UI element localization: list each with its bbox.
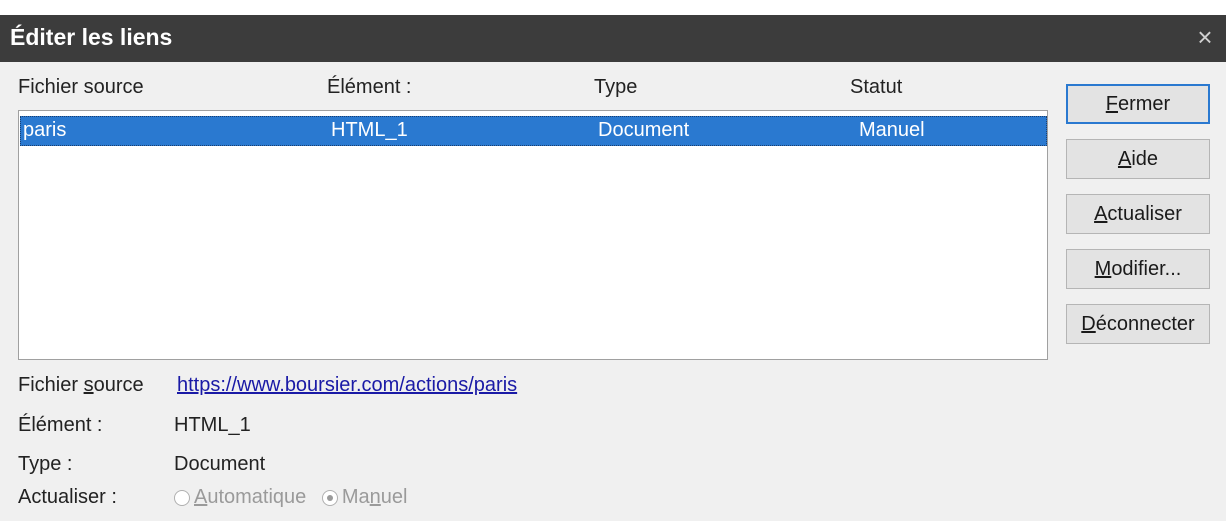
column-header-type[interactable]: Type (594, 76, 637, 99)
element-label: Élément : (18, 414, 103, 436)
automatic-mnemonic: A (194, 486, 208, 508)
source-url-link[interactable]: https://www.boursier.com/actions/paris (177, 374, 517, 397)
update-button[interactable]: Actualiser (1066, 194, 1210, 234)
links-list[interactable]: paris HTML_1 Document Manuel (18, 110, 1048, 360)
cell-element: HTML_1 (331, 119, 408, 141)
radio-button-checked-icon (321, 489, 338, 506)
modify-button-mnemonic: M (1094, 258, 1112, 280)
automatic-radio[interactable]: Automatique (174, 486, 306, 509)
source-label-mnemonic: s (83, 374, 94, 396)
automatic-label: utomatique (207, 486, 307, 508)
source-file-label: Fichier source (18, 374, 144, 397)
type-label: Type : (18, 453, 73, 475)
dialog-title: Éditer les liens (10, 24, 173, 50)
help-button-mnemonic: A (1117, 148, 1132, 170)
modify-button-label: odifier... (1111, 258, 1182, 280)
column-header-element[interactable]: Élément : (327, 76, 411, 99)
disconnect-button-mnemonic: D (1081, 313, 1096, 335)
element-value: HTML_1 (174, 414, 251, 436)
manual-mnemonic: n (369, 486, 381, 508)
disconnect-button-label: éconnecter (1095, 313, 1195, 335)
disconnect-button[interactable]: Déconnecter (1066, 304, 1210, 344)
close-button-label: ermer (1117, 93, 1171, 115)
manual-radio[interactable]: Ma n uel (321, 486, 408, 509)
manual-label-pre: Ma (341, 486, 370, 508)
radio-button-icon (174, 489, 190, 506)
update-button-label: ctualiser (1107, 203, 1182, 225)
cell-type: Document (598, 119, 690, 141)
titlebar-bar: Éditer les liens × (0, 15, 1226, 62)
help-button-label: ide (1131, 148, 1159, 170)
source-label-post: ource (93, 374, 144, 396)
close-button[interactable]: Fermer (1066, 84, 1210, 124)
table-row[interactable]: paris HTML_1 Document Manuel (20, 116, 1047, 146)
update-mode-group: Automatique Ma n uel (174, 486, 418, 512)
dialog-titlebar: Éditer les liens × (0, 0, 1226, 62)
close-button-mnemonic: F (1105, 93, 1118, 115)
modify-button[interactable]: Modifier... (1066, 249, 1210, 289)
cell-status: Manuel (859, 119, 925, 141)
cell-source: paris (23, 119, 67, 141)
source-label-pre: Fichier (18, 374, 84, 396)
manual-label-post: uel (380, 486, 408, 508)
type-value: Document (174, 453, 266, 475)
help-button[interactable]: Aide (1066, 139, 1210, 179)
links-table-header: Fichier source Élément : Type Statut (0, 62, 1050, 110)
column-header-status[interactable]: Statut (850, 76, 902, 99)
column-header-source[interactable]: Fichier source (18, 76, 144, 99)
update-mode-label: Actualiser : (18, 486, 117, 508)
close-icon[interactable]: × (1190, 23, 1220, 53)
update-button-mnemonic: A (1094, 203, 1108, 225)
